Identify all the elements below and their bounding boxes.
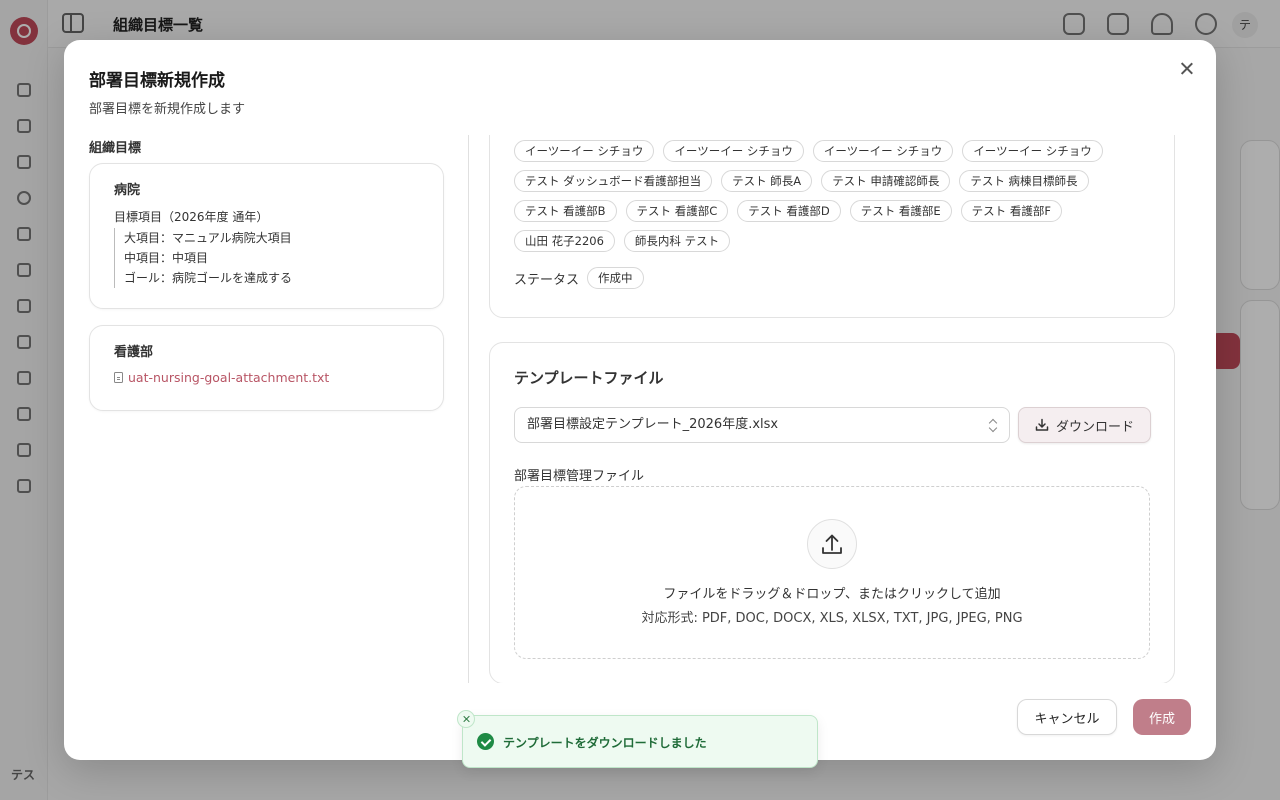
assignee-chip: テスト 看護部C [625, 200, 729, 222]
dialog-title: 部署目標新規作成 [89, 71, 225, 91]
cancel-button[interactable]: キャンセル [1017, 699, 1117, 735]
create-department-goal-dialog: 部署目標新規作成 部署目標を新規作成します 組織目標 病院 目標項目（2026年… [64, 40, 1216, 760]
assignee-chip: テスト 看護部F [960, 200, 1062, 222]
nursing-goal-card: 看護部 uat-nursing-goal-attachment.txt [89, 325, 444, 411]
organization-goals-pane: 組織目標 病院 目標項目（2026年度 通年） 大項目：マニュアル病院大項目 中… [89, 135, 444, 683]
assignee-chip: イーツーイー シチョウ [812, 140, 954, 162]
goal-target: ゴール：病院ゴールを達成する [124, 271, 293, 285]
assignee-chip: イーツーイー シチョウ [663, 140, 804, 162]
assignee-chip: テスト 申請確認師長 [821, 170, 951, 192]
attachment-filename[interactable]: uat-nursing-goal-attachment.txt [128, 370, 329, 385]
create-button[interactable]: 作成 [1133, 699, 1191, 735]
assignee-chip: 師長内科 テスト [623, 230, 731, 252]
org-name: 病院 [114, 183, 141, 198]
status-label: ステータス [514, 272, 580, 288]
goal-middle-item: 中項目：中項目 [124, 251, 209, 265]
status-badge: 作成中 [587, 267, 644, 289]
status-row: ステータス 作成中 [514, 267, 644, 289]
org-name: 看護部 [114, 345, 154, 360]
management-file-label: 部署目標管理ファイル [514, 469, 645, 484]
dialog-description: 部署目標を新規作成します [89, 102, 246, 117]
pane-divider [468, 135, 469, 683]
close-icon[interactable] [1176, 58, 1198, 80]
assignee-chip: テスト 看護部E [849, 200, 952, 222]
assignee-chip: イーツーイー シチョウ [962, 140, 1103, 162]
dropzone-instruction: ファイルをドラッグ＆ドロップ、またはクリックして追加 [663, 587, 1001, 602]
upload-icon-container [807, 519, 857, 569]
file-icon [114, 372, 123, 383]
download-button-label: ダウンロード [1055, 419, 1134, 435]
chevron-updown-icon [989, 418, 997, 432]
organization-goals-heading: 組織目標 [89, 141, 142, 156]
goal-item-period: 目標項目（2026年度 通年） [114, 210, 269, 224]
template-select[interactable]: 部署目標設定テンプレート_2026年度.xlsx [514, 407, 1010, 443]
template-file-title: テンプレートファイル [514, 369, 664, 387]
form-pane: イーツーイー シチョウ イーツーイー シチョウ イーツーイー シチョウ イーツー… [489, 135, 1175, 683]
assignee-chips: イーツーイー シチョウ イーツーイー シチョウ イーツーイー シチョウ イーツー… [514, 140, 1154, 252]
download-button[interactable]: ダウンロード [1018, 407, 1151, 443]
template-file-card: テンプレートファイル 部署目標設定テンプレート_2026年度.xlsx ダウンロ… [489, 342, 1175, 683]
assignee-chip: テスト 病棟目標師長 [959, 170, 1089, 192]
template-select-value: 部署目標設定テンプレート_2026年度.xlsx [527, 417, 779, 432]
file-dropzone[interactable]: ファイルをドラッグ＆ドロップ、またはクリックして追加 対応形式: PDF, DO… [514, 486, 1150, 659]
attachment-link[interactable]: uat-nursing-goal-attachment.txt [114, 370, 329, 385]
goal-details: 大項目：マニュアル病院大項目 中項目：中項目 ゴール：病院ゴールを達成する [114, 228, 292, 288]
assignee-chip: 山田 花子2206 [514, 230, 615, 252]
goal-major-item: 大項目：マニュアル病院大項目 [124, 231, 292, 245]
download-icon [1035, 418, 1049, 431]
toast-message: テンプレートをダウンロードしました [503, 736, 707, 750]
hospital-goal-card: 病院 目標項目（2026年度 通年） 大項目：マニュアル病院大項目 中項目：中項… [89, 163, 444, 309]
assignee-chip: テスト 師長A [721, 170, 813, 192]
toast-close-icon[interactable] [457, 710, 475, 728]
assignee-chip: イーツーイー シチョウ [514, 140, 655, 162]
assignee-chip: テスト 看護部B [514, 200, 617, 222]
check-circle-icon [477, 733, 494, 750]
assignee-chip: テスト 看護部D [737, 200, 841, 222]
dropzone-formats: 対応形式: PDF, DOC, DOCX, XLS, XLSX, TXT, JP… [641, 611, 1023, 626]
upload-icon [822, 534, 842, 554]
assignee-chip: テスト ダッシュボード看護部担当 [514, 170, 713, 192]
success-toast: テンプレートをダウンロードしました [457, 710, 818, 768]
assignee-card: イーツーイー シチョウ イーツーイー シチョウ イーツーイー シチョウ イーツー… [489, 135, 1175, 318]
